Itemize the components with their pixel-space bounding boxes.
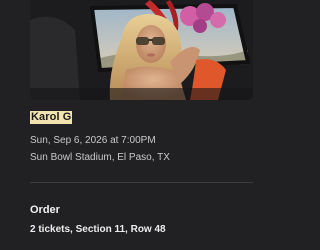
event-image[interactable] — [30, 0, 253, 100]
order-details: 2 tickets, Section 11, Row 48 — [30, 224, 166, 235]
event-datetime: Sun, Sep 6, 2026 at 7:00PM — [30, 135, 156, 146]
event-venue: Sun Bowl Stadium, El Paso, TX — [30, 152, 170, 163]
artist-name: Karol G — [30, 111, 73, 124]
order-heading: Order — [30, 204, 60, 216]
event-ticket-card: Karol G Sun, Sep 6, 2026 at 7:00PM Sun B… — [0, 0, 278, 250]
section-divider — [30, 182, 253, 183]
